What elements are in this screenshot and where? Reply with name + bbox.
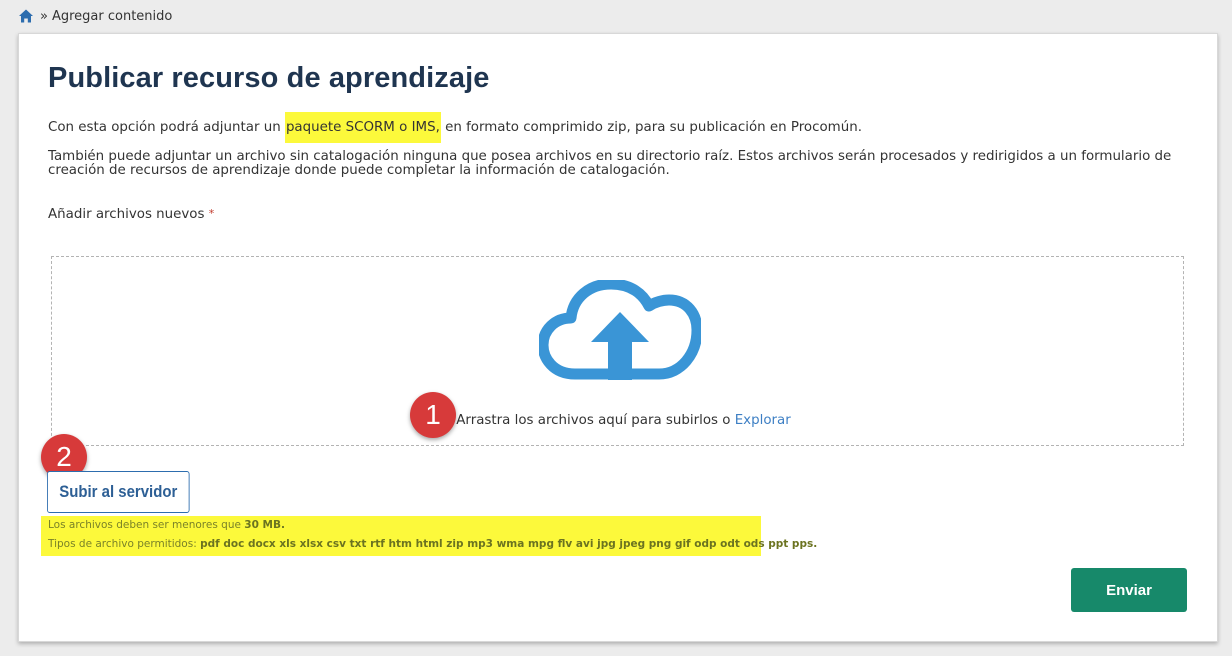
intro-text-before: Con esta opción podrá adjuntar un	[48, 120, 285, 135]
cloud-upload-icon	[539, 280, 701, 380]
required-mark: *	[208, 207, 215, 220]
dropzone-instruction: Arrastra los archivos aquí para subirlos…	[456, 413, 731, 428]
size-limit-text: Los archivos deben ser menores que 30 MB…	[48, 519, 285, 531]
allowed-types-prefix: Tipos de archivo permitidos:	[48, 538, 201, 550]
breadcrumb-current: Agregar contenido	[51, 8, 173, 24]
browse-link[interactable]: Explorar	[735, 413, 791, 428]
allowed-types-value: pdf doc docx xls xlsx csv txt rtf htm ht…	[200, 538, 818, 550]
submit-button[interactable]: Enviar	[1071, 568, 1187, 612]
file-dropzone[interactable]: Arrastra los archivos aquí para subirlos…	[51, 256, 1184, 446]
step-1-badge: 1	[410, 392, 456, 438]
allowed-types-text: Tipos de archivo permitidos: pdf doc doc…	[48, 538, 817, 550]
upload-to-server-button[interactable]: Subir al servidor	[47, 471, 190, 513]
add-files-label-text: Añadir archivos nuevos	[48, 207, 205, 222]
content-card: Publicar recurso de aprendizaje Con esta…	[18, 33, 1218, 642]
add-files-label: Añadir archivos nuevos *	[48, 207, 214, 222]
size-limit-value: 30 MB.	[244, 519, 285, 531]
breadcrumb-separator: »	[40, 8, 48, 24]
breadcrumb: » Agregar contenido	[18, 6, 172, 26]
file-limits-info: Los archivos deben ser menores que 30 MB…	[41, 516, 817, 556]
intro-paragraph: Con esta opción podrá adjuntar un paquet…	[48, 112, 862, 143]
size-limit-prefix: Los archivos deben ser menores que	[48, 519, 245, 531]
intro-highlight: paquete SCORM o IMS,	[284, 112, 441, 143]
page-title: Publicar recurso de aprendizaje	[48, 62, 490, 94]
description-paragraph: También puede adjuntar un archivo sin ca…	[48, 149, 1172, 178]
home-icon[interactable]	[18, 8, 34, 24]
intro-text-after: en formato comprimido zip, para su publi…	[440, 120, 862, 135]
dropzone-text: Arrastra los archivos aquí para subirlos…	[52, 413, 1183, 428]
